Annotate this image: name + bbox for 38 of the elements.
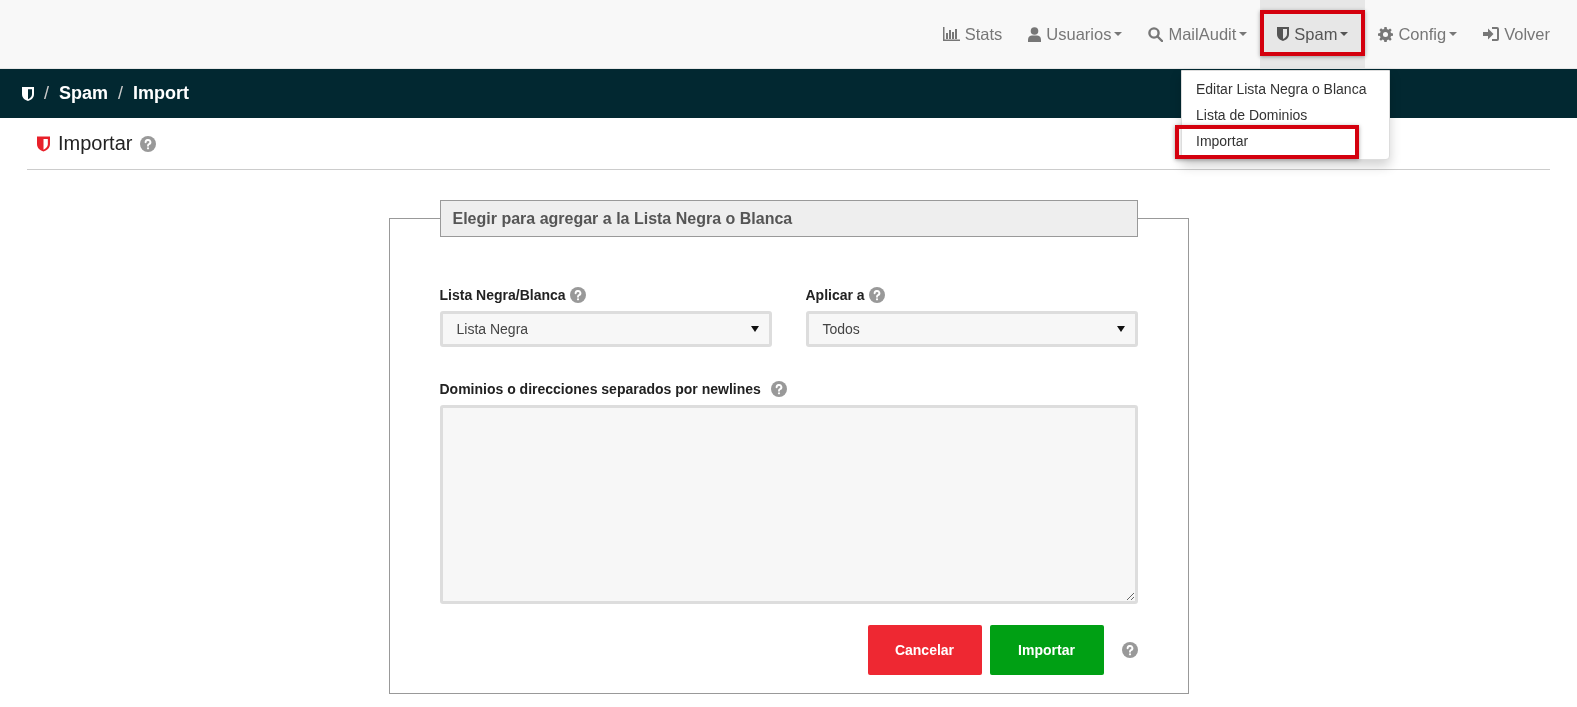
field-label: Lista Negra/Blanca [439, 287, 566, 303]
help-icon[interactable] [1121, 642, 1138, 658]
help-icon[interactable] [770, 381, 787, 397]
caret-icon [1116, 326, 1125, 332]
breadcrumb-link[interactable]: Import [133, 83, 190, 104]
submit-button[interactable]: Importar [989, 625, 1104, 675]
textarea-field[interactable] [439, 405, 1138, 604]
page-title: Importar [58, 132, 133, 155]
nav-link[interactable]: Config [1365, 0, 1471, 68]
help-icon[interactable] [868, 287, 885, 303]
menu-item[interactable]: Editar Lista Negra o Blanca [1182, 76, 1389, 102]
user-icon [1028, 26, 1042, 42]
shield-icon [1277, 27, 1290, 41]
field-label: Dominios o direcciones separados por newlines [439, 381, 761, 397]
settings-icon [1378, 26, 1394, 42]
nav-link[interactable]: Volver [1470, 0, 1563, 68]
shield-icon [22, 86, 34, 101]
form-legend: Elegir para agregar a la Lista Negra o Blanca [439, 200, 1138, 237]
field-label: Aplicar a [805, 287, 865, 303]
help-icon[interactable] [569, 287, 586, 303]
nav-link[interactable]: MailAudit [1135, 0, 1261, 68]
breadcrumb-separator: / [44, 83, 49, 104]
nav-link[interactable]: Stats [929, 0, 1016, 68]
caret-icon [750, 326, 759, 332]
nav-link[interactable]: Usuarios [1015, 0, 1136, 68]
shield-icon [37, 135, 50, 152]
select-field[interactable]: Lista Negra [439, 311, 772, 347]
menu-item[interactable]: Importar [1182, 128, 1389, 154]
nav-link[interactable]: Spam [1260, 0, 1366, 68]
cancel-button[interactable]: Cancelar [867, 625, 982, 675]
select-field[interactable]: Todos [805, 311, 1138, 347]
bar-chart-icon [942, 27, 960, 41]
search-icon [1148, 26, 1164, 42]
breadcrumb-link[interactable]: Spam [59, 83, 109, 104]
sign-in-icon [1483, 27, 1500, 41]
menu-item[interactable]: Lista de Dominios [1182, 102, 1389, 128]
help-icon[interactable] [140, 135, 157, 152]
breadcrumb-separator: / [118, 83, 124, 104]
